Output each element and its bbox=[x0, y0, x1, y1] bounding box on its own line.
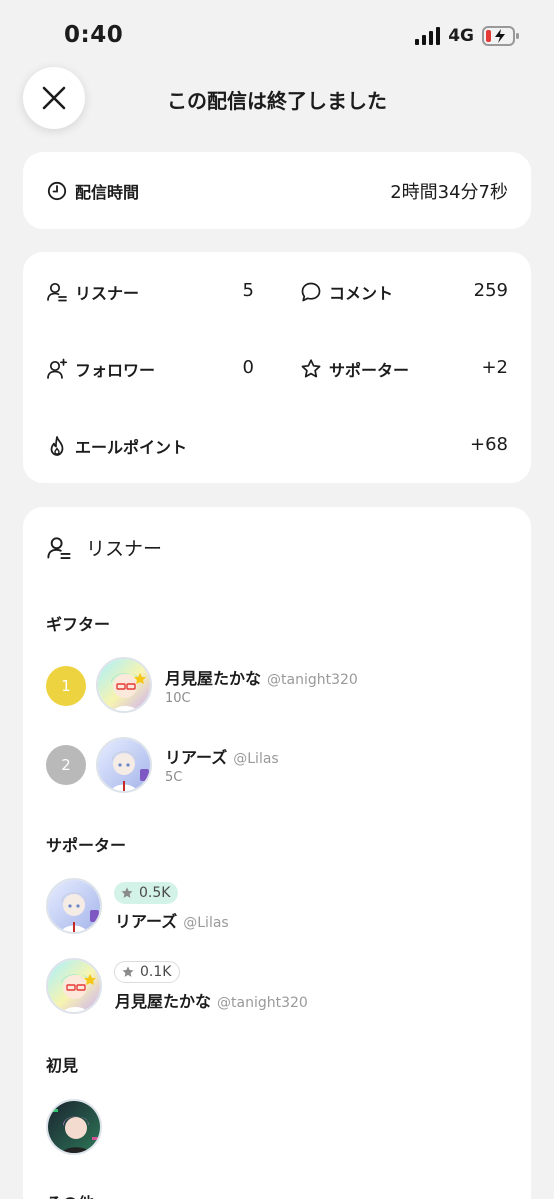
user-handle: @tanight320 bbox=[217, 995, 308, 1011]
stat-comments: コメント bbox=[300, 280, 393, 304]
avatar[interactable] bbox=[46, 958, 102, 1014]
listener-icon bbox=[46, 281, 68, 303]
stat-followers: フォロワー bbox=[46, 357, 155, 381]
listeners-section-header: リスナー bbox=[46, 534, 162, 561]
first-timers-heading: 初見 bbox=[46, 1056, 79, 1075]
stats-card: リスナー 5 コメント 259 フォロワー 0 サポーター +2 エールポイント… bbox=[23, 252, 531, 483]
flame-icon bbox=[46, 435, 68, 457]
supporter-name-line: 月見屋たかな @tanight320 bbox=[115, 988, 308, 1012]
stat-value: +2 bbox=[481, 357, 508, 378]
star-icon bbox=[122, 966, 134, 977]
stat-value: 5 bbox=[242, 280, 254, 301]
avatar[interactable] bbox=[46, 878, 102, 934]
stat-label: エールポイント bbox=[75, 438, 188, 457]
status-time: 0:40 bbox=[64, 22, 124, 48]
page-title: この配信は終了しました bbox=[167, 89, 387, 113]
stat-value: 259 bbox=[473, 280, 508, 301]
user-handle: @Lilas bbox=[183, 915, 229, 931]
gift-coins: 10C bbox=[165, 691, 191, 706]
rank-badge: 2 bbox=[46, 745, 86, 785]
user-handle: @Lilas bbox=[233, 751, 279, 767]
network-label: 4G bbox=[448, 26, 474, 46]
stat-label: リスナー bbox=[75, 284, 140, 303]
battery-icon bbox=[482, 26, 519, 46]
avatar[interactable] bbox=[46, 1099, 102, 1155]
gifters-heading: ギフター bbox=[46, 615, 111, 634]
gifter-name-line: リアーズ @Lilas bbox=[165, 744, 279, 768]
user-handle: @tanight320 bbox=[267, 672, 358, 688]
stat-supporters: サポーター bbox=[300, 357, 409, 381]
user-name: リアーズ bbox=[165, 748, 228, 767]
others-heading: その他 bbox=[46, 1190, 94, 1199]
support-amount: 0.5K bbox=[139, 885, 171, 901]
header: この配信は終了しました bbox=[0, 66, 554, 132]
supporters-heading: サポーター bbox=[46, 836, 127, 855]
user-name: 月見屋たかな bbox=[165, 669, 262, 688]
stat-listeners: リスナー bbox=[46, 280, 139, 304]
user-name: 月見屋たかな bbox=[115, 992, 212, 1011]
stat-value: +68 bbox=[470, 434, 508, 455]
star-icon bbox=[300, 358, 322, 380]
star-icon bbox=[121, 887, 133, 898]
comment-icon bbox=[300, 281, 322, 303]
support-badge: 0.1K bbox=[114, 961, 181, 983]
stat-value: 0 bbox=[242, 357, 254, 378]
listeners-card: リスナー ギフター 1 月見屋たかな @tanight320 10C 2 リアーズ… bbox=[23, 507, 531, 1199]
support-badge: 0.5K bbox=[114, 882, 179, 904]
duration-card: 配信時間 2時間34分7秒 bbox=[23, 152, 531, 229]
duration-value: 2時間34分7秒 bbox=[390, 182, 508, 203]
stat-label: サポーター bbox=[329, 361, 410, 380]
status-indicators: 4G bbox=[415, 26, 519, 46]
gifter-name-line: 月見屋たかな @tanight320 bbox=[165, 665, 358, 689]
status-bar: 0:40 4G bbox=[0, 0, 554, 70]
signal-icon bbox=[415, 27, 441, 45]
avatar[interactable] bbox=[96, 657, 152, 713]
duration-label: 配信時間 bbox=[75, 183, 140, 202]
user-name: リアーズ bbox=[115, 912, 178, 931]
duration-label-group: 配信時間 bbox=[46, 179, 139, 203]
rank-badge: 1 bbox=[46, 666, 86, 706]
stat-label: フォロワー bbox=[75, 361, 156, 380]
listeners-section-title: リスナー bbox=[86, 538, 163, 560]
support-amount: 0.1K bbox=[140, 964, 172, 980]
clock-icon bbox=[46, 180, 68, 202]
stat-yell-points: エールポイント bbox=[46, 434, 187, 458]
stat-label: コメント bbox=[329, 284, 394, 303]
supporter-name-line: リアーズ @Lilas bbox=[115, 908, 229, 932]
listener-icon bbox=[46, 535, 72, 561]
gift-coins: 5C bbox=[165, 770, 183, 785]
avatar[interactable] bbox=[96, 737, 152, 793]
follower-add-icon bbox=[46, 358, 68, 380]
